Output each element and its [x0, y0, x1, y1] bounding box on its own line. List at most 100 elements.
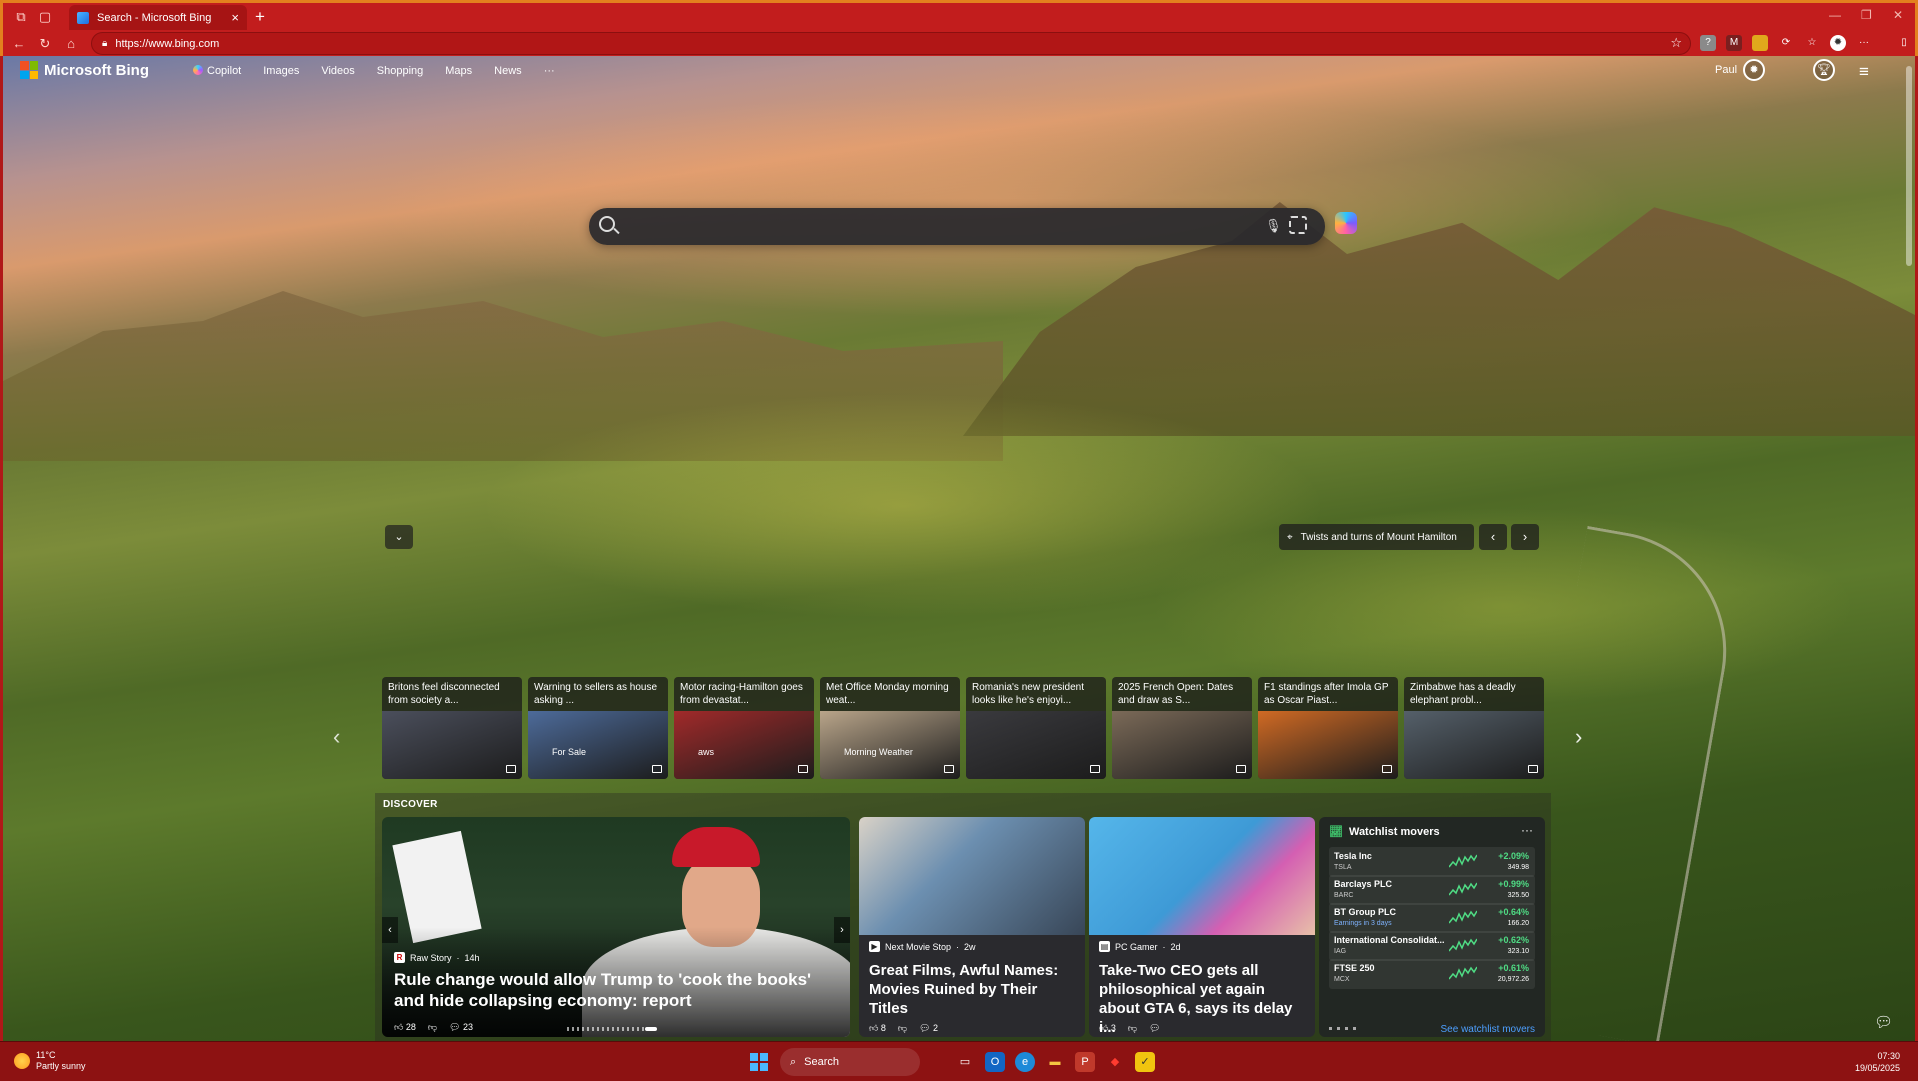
see-watchlist-link[interactable]: See watchlist movers: [1441, 1024, 1535, 1035]
copilot-button[interactable]: [1335, 212, 1357, 234]
news-strip: Britons feel disconnected from society a…: [382, 677, 1545, 779]
maximize-button[interactable]: ❐: [1861, 8, 1872, 22]
tab-actions-icon[interactable]: ▢: [37, 9, 53, 25]
task-view-icon[interactable]: ▭: [955, 1052, 975, 1072]
hero-next-icon[interactable]: ›: [834, 917, 850, 943]
extension-m-icon[interactable]: M: [1726, 35, 1742, 51]
close-window-button[interactable]: ✕: [1893, 8, 1903, 22]
hero-reactions: 👍︎ 28 👎︎ 💬︎ 23: [394, 1022, 473, 1033]
extension-wallet-icon[interactable]: [1752, 35, 1768, 51]
bing-logo[interactable]: Microsoft Bing: [20, 61, 149, 79]
nav-maps[interactable]: Maps: [445, 65, 472, 77]
story-comment-button[interactable]: 💬︎ 2: [919, 1023, 938, 1034]
stock-note: Earnings in 3 days: [1334, 920, 1392, 927]
news-strip-card[interactable]: Warning to sellers as house asking ... Fo…: [528, 677, 668, 779]
file-explorer-icon[interactable]: ▬: [1045, 1052, 1065, 1072]
story-dislike-icon[interactable]: 👎︎: [898, 1023, 907, 1034]
news-strip-prev-icon[interactable]: ‹: [333, 724, 340, 750]
image-info-button[interactable]: ⌖ Twists and turns of Mount Hamilton: [1279, 524, 1474, 550]
story-card[interactable]: ▶ Next Movie Stop · 2w Great Films, Awfu…: [859, 817, 1085, 1037]
news-strip-card[interactable]: Britons feel disconnected from society a…: [382, 677, 522, 779]
favorites-icon[interactable]: ☆: [1804, 35, 1820, 51]
weather-widget[interactable]: 11°C Partly sunny: [14, 1050, 86, 1072]
nav-videos[interactable]: Videos: [321, 65, 354, 77]
system-clock[interactable]: 07:30 19/05/2025: [1855, 1050, 1900, 1074]
hero-story-card[interactable]: ‹ › R Raw Story · 14h Rule change would …: [382, 817, 850, 1037]
browser-tab[interactable]: Search - Microsoft Bing ×: [69, 5, 247, 30]
story-comment-icon[interactable]: 💬︎: [1149, 1023, 1160, 1034]
nav-news[interactable]: News: [494, 65, 522, 77]
story-dislike-icon[interactable]: 👎︎: [1128, 1023, 1137, 1034]
user-signin[interactable]: Paul ✹: [1715, 59, 1766, 81]
hero-comment-count: 23: [463, 1022, 474, 1032]
story-card[interactable]: ▤ PC Gamer · 2d Take-Two CEO gets all ph…: [1089, 817, 1315, 1037]
outlook-icon[interactable]: O: [985, 1052, 1005, 1072]
news-strip-next-icon[interactable]: ›: [1575, 724, 1582, 750]
extension-refresh-icon[interactable]: ⟳: [1778, 35, 1794, 51]
hero-age: 14h: [464, 952, 480, 963]
story-like-button[interactable]: 👍︎ 3: [1099, 1023, 1116, 1034]
start-button[interactable]: [750, 1053, 768, 1071]
search-input[interactable]: [629, 216, 1199, 236]
address-bar[interactable]: 🔒︎ https://www.bing.com ☆: [91, 32, 1691, 55]
microphone-icon[interactable]: 🎙︎: [1265, 218, 1282, 234]
close-tab-icon[interactable]: ×: [231, 10, 239, 25]
hero-image-cap: [672, 827, 760, 867]
hero-pagination-dots[interactable]: [567, 1027, 657, 1031]
news-strip-card[interactable]: Motor racing-Hamilton goes from devastat…: [674, 677, 814, 779]
nav-copilot[interactable]: Copilot: [193, 65, 241, 77]
rewards-trophy-icon[interactable]: 🏆︎: [1813, 59, 1835, 81]
collapse-feed-button[interactable]: ⌄: [385, 525, 413, 549]
sparkline-chart: [1449, 882, 1477, 896]
home-icon[interactable]: ⌂: [63, 36, 79, 52]
video-badge-icon: [944, 765, 954, 773]
hero-like-count: 28: [405, 1022, 416, 1032]
hero-comment-button[interactable]: 💬︎ 23: [449, 1022, 473, 1033]
news-strip-card[interactable]: 2025 French Open: Dates and draw as S...: [1112, 677, 1252, 779]
watchlist-header: 📈︎ Watchlist movers: [1329, 825, 1440, 839]
extension-icon[interactable]: ?: [1700, 35, 1716, 51]
more-options-icon[interactable]: ···: [1856, 35, 1872, 51]
lock-icon[interactable]: 🔒︎: [102, 38, 107, 49]
nav-more[interactable]: ···: [544, 65, 555, 77]
new-tab-button[interactable]: +: [255, 7, 265, 27]
watchlist-row[interactable]: Tesla Inc TSLA +2.09% 349.98: [1329, 847, 1535, 877]
sidebar-toggle-icon[interactable]: ▯: [1896, 35, 1912, 51]
nav-shopping[interactable]: Shopping: [377, 65, 424, 77]
favorite-star-icon[interactable]: ☆: [1670, 35, 1682, 51]
hero-like-button[interactable]: 👍︎ 28: [394, 1022, 416, 1033]
news-strip-card[interactable]: Zimbabwe has a deadly elephant probl...: [1404, 677, 1544, 779]
hero-dislike-icon[interactable]: 👎︎: [428, 1022, 437, 1033]
story-like-button[interactable]: 👍︎ 8: [869, 1023, 886, 1034]
news-headline: Warning to sellers as house asking ...: [534, 682, 658, 706]
sparkline-chart: [1449, 854, 1477, 868]
back-icon[interactable]: ←: [11, 36, 27, 52]
watchlist-row[interactable]: International Consolidat... IAG +0.62% 323.…: [1329, 931, 1535, 961]
edge-icon[interactable]: e: [1015, 1052, 1035, 1072]
hamburger-menu-icon[interactable]: ≡: [1859, 62, 1869, 82]
page-scrollbar[interactable]: [1906, 66, 1912, 266]
profile-avatar-icon[interactable]: ✹: [1830, 35, 1846, 51]
minimize-button[interactable]: —: [1829, 8, 1841, 22]
stock-name: Barclays PLC: [1334, 879, 1393, 889]
watchlist-more-button[interactable]: ···: [1521, 823, 1533, 837]
news-strip-card[interactable]: Met Office Monday morning weat... Morning…: [820, 677, 960, 779]
watchlist-row[interactable]: BT Group PLC Earnings in 3 days +0.64% 166.…: [1329, 903, 1535, 933]
news-strip-card[interactable]: Romania's new president looks like he's …: [966, 677, 1106, 779]
powerpoint-icon[interactable]: P: [1075, 1052, 1095, 1072]
news-strip-card[interactable]: F1 standings after Imola GP as Oscar Pia…: [1258, 677, 1398, 779]
app-diamond-icon[interactable]: ◆: [1105, 1052, 1125, 1072]
taskbar-search[interactable]: ⌕ Search: [780, 1048, 920, 1076]
refresh-icon[interactable]: ↻: [37, 36, 53, 52]
visual-search-icon[interactable]: [1289, 216, 1307, 234]
app-check-icon[interactable]: ✓: [1135, 1052, 1155, 1072]
watchlist-pagination-dots[interactable]: [1329, 1027, 1359, 1030]
hero-prev-icon[interactable]: ‹: [382, 917, 398, 943]
watchlist-row[interactable]: Barclays PLC BARC +0.99% 325.50: [1329, 875, 1535, 905]
nav-images[interactable]: Images: [263, 65, 299, 77]
next-image-button[interactable]: ›: [1511, 524, 1539, 550]
previous-image-button[interactable]: ‹: [1479, 524, 1507, 550]
watchlist-row[interactable]: FTSE 250 MCX +0.61% 20,972.26: [1329, 959, 1535, 989]
feedback-icon[interactable]: 💬︎: [1874, 1013, 1893, 1031]
workspaces-icon[interactable]: ⧉: [13, 9, 29, 25]
